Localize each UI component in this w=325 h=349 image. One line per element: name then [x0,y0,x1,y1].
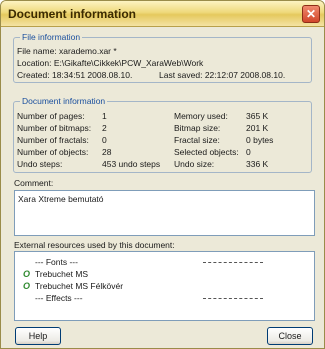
file-location: Location: E:\Gikafte\Cikkek\PCW_XaraWeb\… [17,58,204,68]
file-information-group: File information File name: xarademo.xar… [13,32,312,83]
pages-label: Number of pages: [17,111,85,121]
comment-textarea[interactable]: Xara Xtreme bemutató [14,190,315,236]
selected-objects-label: Selected objects: [174,147,239,157]
comment-text: Xara Xtreme bemutató [18,194,104,204]
undo-steps-label: Undo steps: [17,159,63,169]
external-resources-label: External resources used by this document… [14,240,175,250]
selected-objects-value: 0 [246,147,251,157]
comment-label: Comment: [14,178,54,188]
file-created: Created: 18:34:51 2008.08.10. [17,70,133,80]
fractals-value: 0 [102,135,107,145]
memory-used-value: 365 K [246,111,269,121]
font-item-trebuchet[interactable]: Trebuchet MS [35,269,88,279]
document-information-group: Document information Number of pages: 1 … [13,96,312,173]
close-button[interactable]: Close [267,327,313,345]
fractal-size-label: Fractal size: [174,135,220,145]
undo-size-label: Undo size: [174,159,215,169]
bitmap-size-value: 201 K [246,123,269,133]
document-information-title: Document information [20,96,108,107]
effects-separator [203,298,263,299]
bitmap-size-label: Bitmap size: [174,123,221,133]
help-button[interactable]: Help [15,327,61,345]
undo-size-value: 336 K [246,159,269,169]
objects-value: 28 [102,147,112,157]
memory-used-label: Memory used: [174,111,228,121]
pages-value: 1 [102,111,107,121]
bitmaps-value: 2 [102,123,107,133]
effects-header: --- Effects --- [35,293,83,303]
font-item-trebuchet-bold[interactable]: Trebuchet MS Félkövér [35,281,123,291]
file-name: File name: xarademo.xar * [17,46,117,56]
fonts-separator [203,262,263,263]
fonts-header: --- Fonts --- [35,257,78,267]
fractal-size-value: 0 bytes [246,135,274,145]
close-icon[interactable]: ✕ [302,5,320,23]
file-last-saved: Last saved: 22:12:07 2008.08.10. [159,70,286,80]
truetype-font-icon: O [23,281,31,291]
truetype-font-icon: O [23,269,31,279]
bitmaps-label: Number of bitmaps: [17,123,92,133]
objects-label: Number of objects: [17,147,89,157]
title-bar[interactable]: Document information ✕ [1,1,324,27]
document-information-dialog: Document information ✕ File information … [0,0,325,349]
dialog-title: Document information [8,7,136,21]
undo-steps-value: 453 undo steps [102,159,161,169]
fractals-label: Number of fractals: [17,135,89,145]
external-resources-list[interactable]: --- Fonts --- O Trebuchet MS O Trebuchet… [14,251,315,321]
file-information-title: File information [20,32,83,43]
